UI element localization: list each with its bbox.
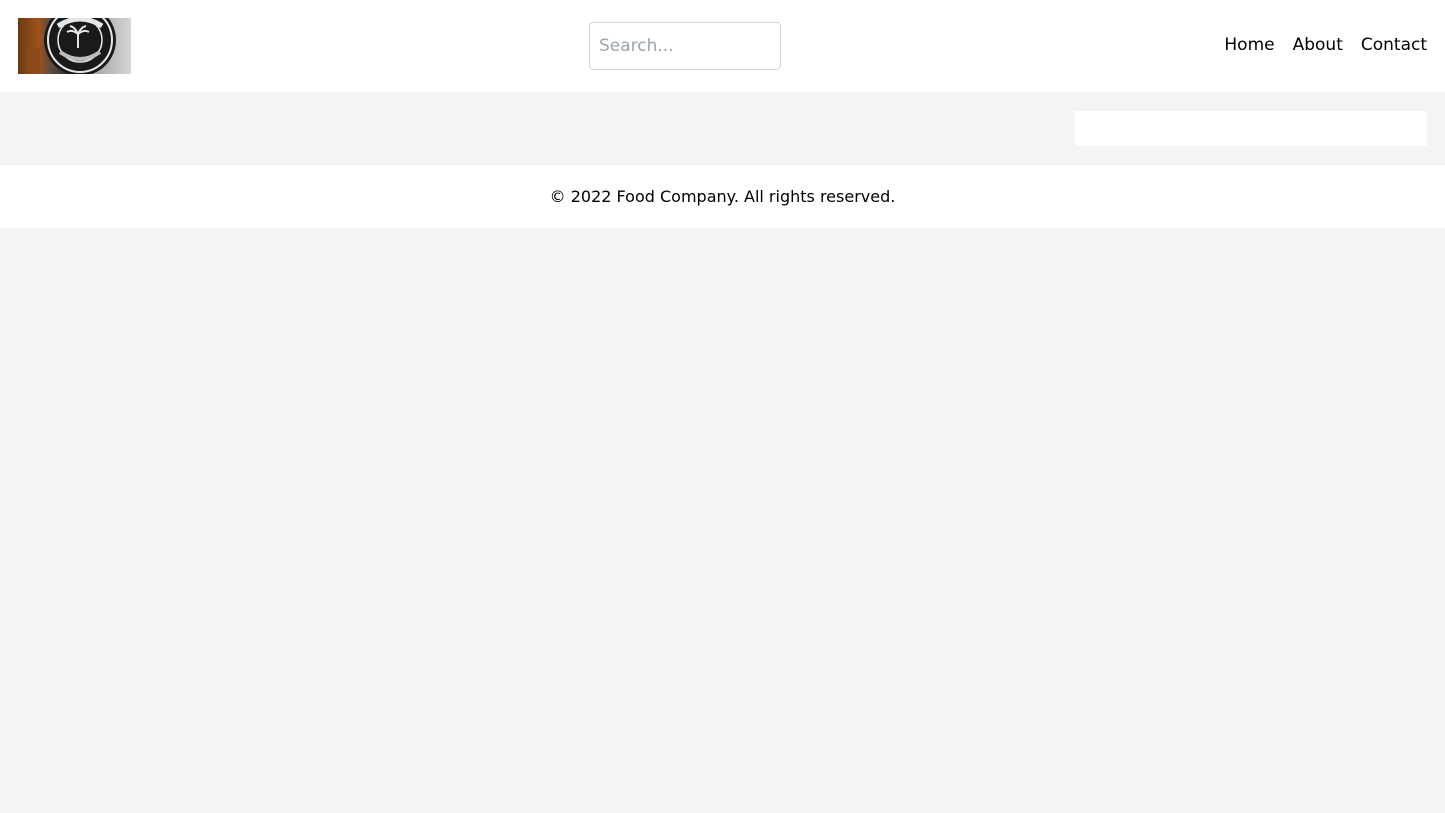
sidebar-widget: [1075, 111, 1427, 146]
site-header: Home About Contact: [0, 0, 1445, 92]
nav-link-contact[interactable]: Contact: [1361, 34, 1427, 56]
main-nav: Home About Contact: [1224, 34, 1427, 56]
footer-copyright: © 2022 Food Company. All rights reserved…: [549, 187, 896, 206]
nav-link-about[interactable]: About: [1293, 34, 1343, 56]
logo[interactable]: [18, 18, 131, 74]
nav-link-home[interactable]: Home: [1224, 34, 1274, 56]
surf-coffee-logo-icon: [26, 18, 131, 74]
site-footer: © 2022 Food Company. All rights reserved…: [0, 165, 1445, 228]
search-input[interactable]: [589, 22, 781, 70]
